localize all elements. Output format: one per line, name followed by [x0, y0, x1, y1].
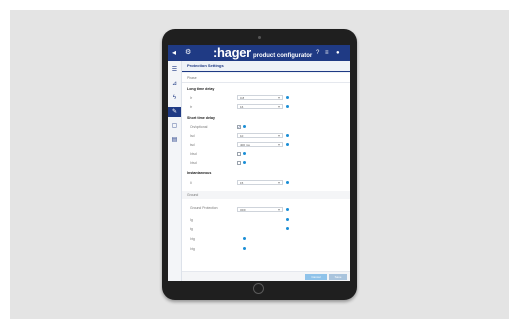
- isd-label: Isd: [190, 134, 195, 138]
- section-instantaneous: Instantaneous: [187, 171, 212, 175]
- document-icon[interactable]: ▢: [168, 121, 181, 131]
- ground-protection-label: Ground Protection: [190, 206, 218, 210]
- info-icon[interactable]: [243, 125, 246, 128]
- save-button[interactable]: Save: [329, 274, 347, 280]
- ii-label: Ii: [190, 181, 192, 185]
- brand-logo: :hager: [213, 45, 251, 60]
- section-ground: Ground: [187, 193, 199, 197]
- chevron-down-icon: [278, 144, 280, 146]
- i2t-checkbox-2[interactable]: [237, 161, 241, 165]
- i2tg-label-2: I²tg: [190, 247, 195, 251]
- isd-select[interactable]: 10: [237, 133, 283, 138]
- info-icon[interactable]: [286, 105, 289, 108]
- info-icon[interactable]: [286, 143, 289, 146]
- ground-band: [182, 191, 350, 199]
- tr-label: tr: [190, 105, 193, 109]
- app-screen: ◂ ⚙ :hager product configurator ? ≡ ● ☰ ⊿…: [168, 45, 350, 281]
- arrow-left-icon[interactable]: ◂: [172, 48, 176, 58]
- ir-label: Ir: [190, 96, 193, 100]
- i2t-label-2: I²tsd: [190, 161, 197, 165]
- tg-label: tg: [190, 227, 193, 231]
- chevron-down-icon: [278, 182, 280, 184]
- power-icon[interactable]: ϟ: [168, 93, 181, 103]
- chevron-down-icon: [278, 97, 280, 99]
- ig-label: Ig: [190, 218, 193, 222]
- info-icon[interactable]: [286, 227, 289, 230]
- info-icon[interactable]: [286, 134, 289, 137]
- ir-value: 0.8: [240, 96, 245, 100]
- tr-select[interactable]: 16: [237, 104, 283, 109]
- tab-underline: [182, 71, 350, 72]
- chart-icon[interactable]: ⊿: [168, 79, 181, 89]
- i2t-checkbox[interactable]: [237, 152, 241, 156]
- info-icon[interactable]: [286, 96, 289, 99]
- tsd-value: 400 ms: [240, 143, 250, 147]
- info-icon[interactable]: [286, 218, 289, 221]
- chevron-down-icon: [278, 106, 280, 108]
- info-icon[interactable]: [243, 237, 246, 240]
- section-short-time: Short time delay: [187, 116, 215, 120]
- menu-icon[interactable]: ≡: [325, 49, 329, 57]
- info-icon[interactable]: [243, 152, 246, 155]
- divider: [182, 82, 350, 83]
- ii-value: 15: [240, 181, 244, 185]
- app-subtitle: product configurator: [252, 53, 313, 59]
- tr-value: 16: [240, 105, 244, 109]
- tab-protection-settings[interactable]: Protection Settings: [182, 61, 350, 73]
- isd-value: 10: [240, 134, 244, 138]
- ii-select[interactable]: 15: [237, 180, 283, 185]
- tablet-device: ◂ ⚙ :hager product configurator ? ≡ ● ☰ ⊿…: [162, 29, 357, 300]
- chevron-down-icon: [278, 135, 280, 137]
- gear-icon[interactable]: ⚙: [185, 48, 191, 58]
- i2tg-label: I²tg: [190, 237, 195, 241]
- ir-select[interactable]: 0.8: [237, 95, 283, 100]
- home-button[interactable]: [253, 283, 264, 294]
- help-icon[interactable]: ?: [316, 49, 319, 57]
- app-header: ◂ ⚙ :hager product configurator ? ≡ ●: [168, 45, 350, 61]
- section-phase: Phase: [187, 76, 197, 80]
- tab-label: Protection Settings: [187, 63, 224, 68]
- info-icon[interactable]: [286, 208, 289, 211]
- tsd-label: tsd: [190, 143, 195, 147]
- camera-icon: [258, 36, 261, 39]
- info-icon[interactable]: [243, 247, 246, 250]
- sidebar: ☰ ⊿ ϟ ✎ ▢ ▤: [168, 61, 182, 281]
- ground-protection-value: OFF: [240, 208, 246, 212]
- tsd-select[interactable]: 400 ms: [237, 142, 283, 147]
- printer-icon[interactable]: ▤: [168, 135, 181, 145]
- settings-content: Protection Settings Phase Long time dela…: [182, 61, 350, 281]
- ground-protection-select[interactable]: OFF: [237, 207, 283, 212]
- cancel-button[interactable]: Cancel: [305, 274, 327, 280]
- wrench-icon[interactable]: ✎: [168, 107, 181, 117]
- short-time-on-label: On/optional: [190, 125, 208, 129]
- i2t-label: I²tsd: [190, 152, 197, 156]
- chevron-down-icon: [278, 209, 280, 211]
- user-icon[interactable]: ●: [336, 49, 340, 57]
- section-long-time: Long time delay: [187, 87, 215, 91]
- list-icon[interactable]: ☰: [168, 65, 181, 75]
- form-footer: Cancel Save: [182, 271, 350, 281]
- info-icon[interactable]: [286, 181, 289, 184]
- short-time-checkbox[interactable]: ✓: [237, 125, 241, 129]
- info-icon[interactable]: [243, 161, 246, 164]
